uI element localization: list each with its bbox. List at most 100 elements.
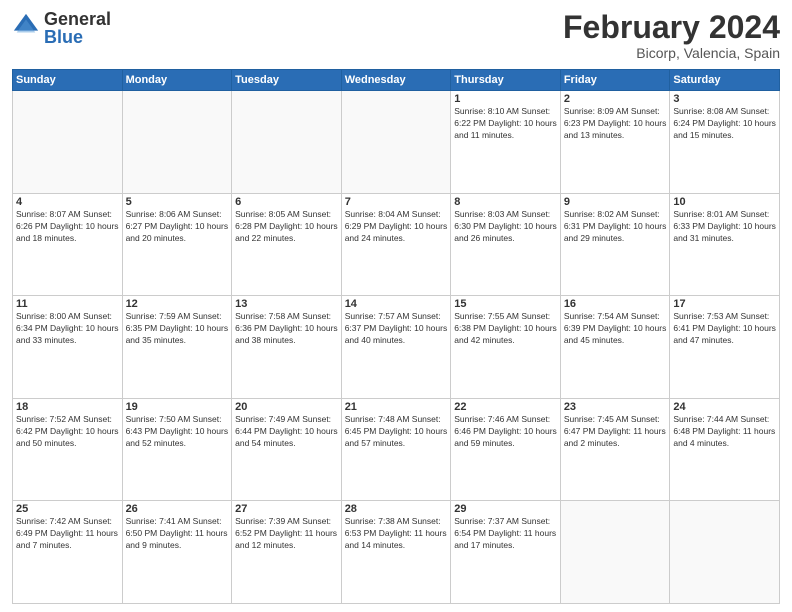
table-row: 21Sunrise: 7:48 AM Sunset: 6:45 PM Dayli… <box>341 398 451 501</box>
day-info: Sunrise: 7:54 AM Sunset: 6:39 PM Dayligh… <box>564 311 667 347</box>
day-number: 13 <box>235 298 338 310</box>
day-number: 29 <box>454 503 557 515</box>
table-row: 17Sunrise: 7:53 AM Sunset: 6:41 PM Dayli… <box>670 296 780 399</box>
day-number: 4 <box>16 196 119 208</box>
logo-general: General <box>44 10 111 28</box>
table-row: 13Sunrise: 7:58 AM Sunset: 6:36 PM Dayli… <box>232 296 342 399</box>
logo-text: General Blue <box>44 10 111 46</box>
header-sunday: Sunday <box>13 70 123 91</box>
day-number: 25 <box>16 503 119 515</box>
table-row: 9Sunrise: 8:02 AM Sunset: 6:31 PM Daylig… <box>560 193 670 296</box>
table-row: 3Sunrise: 8:08 AM Sunset: 6:24 PM Daylig… <box>670 91 780 194</box>
calendar-table: Sunday Monday Tuesday Wednesday Thursday… <box>12 69 780 604</box>
day-info: Sunrise: 7:46 AM Sunset: 6:46 PM Dayligh… <box>454 414 557 450</box>
day-info: Sunrise: 7:55 AM Sunset: 6:38 PM Dayligh… <box>454 311 557 347</box>
day-number: 9 <box>564 196 667 208</box>
day-number: 8 <box>454 196 557 208</box>
day-info: Sunrise: 7:53 AM Sunset: 6:41 PM Dayligh… <box>673 311 776 347</box>
day-number: 17 <box>673 298 776 310</box>
day-info: Sunrise: 8:10 AM Sunset: 6:22 PM Dayligh… <box>454 106 557 142</box>
calendar-header-row: Sunday Monday Tuesday Wednesday Thursday… <box>13 70 780 91</box>
page-container: General Blue February 2024 Bicorp, Valen… <box>0 0 792 612</box>
month-title: February 2024 <box>563 10 780 45</box>
table-row: 2Sunrise: 8:09 AM Sunset: 6:23 PM Daylig… <box>560 91 670 194</box>
logo: General Blue <box>12 10 111 46</box>
day-number: 22 <box>454 401 557 413</box>
day-info: Sunrise: 7:50 AM Sunset: 6:43 PM Dayligh… <box>126 414 229 450</box>
table-row: 24Sunrise: 7:44 AM Sunset: 6:48 PM Dayli… <box>670 398 780 501</box>
day-number: 19 <box>126 401 229 413</box>
location-subtitle: Bicorp, Valencia, Spain <box>563 45 780 61</box>
day-info: Sunrise: 7:48 AM Sunset: 6:45 PM Dayligh… <box>345 414 448 450</box>
day-info: Sunrise: 8:01 AM Sunset: 6:33 PM Dayligh… <box>673 209 776 245</box>
day-info: Sunrise: 7:42 AM Sunset: 6:49 PM Dayligh… <box>16 516 119 552</box>
day-info: Sunrise: 7:58 AM Sunset: 6:36 PM Dayligh… <box>235 311 338 347</box>
table-row: 26Sunrise: 7:41 AM Sunset: 6:50 PM Dayli… <box>122 501 232 604</box>
table-row <box>341 91 451 194</box>
day-number: 6 <box>235 196 338 208</box>
day-info: Sunrise: 8:09 AM Sunset: 6:23 PM Dayligh… <box>564 106 667 142</box>
table-row: 28Sunrise: 7:38 AM Sunset: 6:53 PM Dayli… <box>341 501 451 604</box>
day-number: 11 <box>16 298 119 310</box>
table-row: 19Sunrise: 7:50 AM Sunset: 6:43 PM Dayli… <box>122 398 232 501</box>
day-info: Sunrise: 7:49 AM Sunset: 6:44 PM Dayligh… <box>235 414 338 450</box>
day-number: 24 <box>673 401 776 413</box>
day-number: 3 <box>673 93 776 105</box>
calendar-week-row: 1Sunrise: 8:10 AM Sunset: 6:22 PM Daylig… <box>13 91 780 194</box>
day-info: Sunrise: 8:07 AM Sunset: 6:26 PM Dayligh… <box>16 209 119 245</box>
table-row <box>232 91 342 194</box>
header-saturday: Saturday <box>670 70 780 91</box>
day-info: Sunrise: 7:44 AM Sunset: 6:48 PM Dayligh… <box>673 414 776 450</box>
calendar-week-row: 25Sunrise: 7:42 AM Sunset: 6:49 PM Dayli… <box>13 501 780 604</box>
day-info: Sunrise: 7:37 AM Sunset: 6:54 PM Dayligh… <box>454 516 557 552</box>
table-row: 10Sunrise: 8:01 AM Sunset: 6:33 PM Dayli… <box>670 193 780 296</box>
header-wednesday: Wednesday <box>341 70 451 91</box>
day-number: 12 <box>126 298 229 310</box>
calendar-week-row: 11Sunrise: 8:00 AM Sunset: 6:34 PM Dayli… <box>13 296 780 399</box>
table-row: 12Sunrise: 7:59 AM Sunset: 6:35 PM Dayli… <box>122 296 232 399</box>
day-number: 10 <box>673 196 776 208</box>
title-block: February 2024 Bicorp, Valencia, Spain <box>563 10 780 61</box>
day-info: Sunrise: 8:08 AM Sunset: 6:24 PM Dayligh… <box>673 106 776 142</box>
logo-blue: Blue <box>44 28 111 46</box>
table-row: 1Sunrise: 8:10 AM Sunset: 6:22 PM Daylig… <box>451 91 561 194</box>
day-number: 7 <box>345 196 448 208</box>
calendar-week-row: 18Sunrise: 7:52 AM Sunset: 6:42 PM Dayli… <box>13 398 780 501</box>
header-friday: Friday <box>560 70 670 91</box>
header-tuesday: Tuesday <box>232 70 342 91</box>
day-info: Sunrise: 7:57 AM Sunset: 6:37 PM Dayligh… <box>345 311 448 347</box>
table-row: 8Sunrise: 8:03 AM Sunset: 6:30 PM Daylig… <box>451 193 561 296</box>
table-row: 11Sunrise: 8:00 AM Sunset: 6:34 PM Dayli… <box>13 296 123 399</box>
day-number: 21 <box>345 401 448 413</box>
header-monday: Monday <box>122 70 232 91</box>
table-row <box>560 501 670 604</box>
day-info: Sunrise: 7:52 AM Sunset: 6:42 PM Dayligh… <box>16 414 119 450</box>
day-number: 5 <box>126 196 229 208</box>
table-row: 18Sunrise: 7:52 AM Sunset: 6:42 PM Dayli… <box>13 398 123 501</box>
day-number: 26 <box>126 503 229 515</box>
day-number: 20 <box>235 401 338 413</box>
day-info: Sunrise: 8:06 AM Sunset: 6:27 PM Dayligh… <box>126 209 229 245</box>
day-info: Sunrise: 7:59 AM Sunset: 6:35 PM Dayligh… <box>126 311 229 347</box>
table-row: 6Sunrise: 8:05 AM Sunset: 6:28 PM Daylig… <box>232 193 342 296</box>
table-row: 27Sunrise: 7:39 AM Sunset: 6:52 PM Dayli… <box>232 501 342 604</box>
table-row: 5Sunrise: 8:06 AM Sunset: 6:27 PM Daylig… <box>122 193 232 296</box>
day-number: 2 <box>564 93 667 105</box>
day-number: 16 <box>564 298 667 310</box>
day-info: Sunrise: 7:38 AM Sunset: 6:53 PM Dayligh… <box>345 516 448 552</box>
table-row: 14Sunrise: 7:57 AM Sunset: 6:37 PM Dayli… <box>341 296 451 399</box>
calendar-week-row: 4Sunrise: 8:07 AM Sunset: 6:26 PM Daylig… <box>13 193 780 296</box>
table-row: 29Sunrise: 7:37 AM Sunset: 6:54 PM Dayli… <box>451 501 561 604</box>
day-number: 28 <box>345 503 448 515</box>
header-thursday: Thursday <box>451 70 561 91</box>
table-row: 16Sunrise: 7:54 AM Sunset: 6:39 PM Dayli… <box>560 296 670 399</box>
table-row: 7Sunrise: 8:04 AM Sunset: 6:29 PM Daylig… <box>341 193 451 296</box>
table-row <box>670 501 780 604</box>
table-row: 25Sunrise: 7:42 AM Sunset: 6:49 PM Dayli… <box>13 501 123 604</box>
day-info: Sunrise: 8:02 AM Sunset: 6:31 PM Dayligh… <box>564 209 667 245</box>
day-info: Sunrise: 7:41 AM Sunset: 6:50 PM Dayligh… <box>126 516 229 552</box>
day-number: 18 <box>16 401 119 413</box>
day-info: Sunrise: 7:39 AM Sunset: 6:52 PM Dayligh… <box>235 516 338 552</box>
day-number: 14 <box>345 298 448 310</box>
day-info: Sunrise: 8:05 AM Sunset: 6:28 PM Dayligh… <box>235 209 338 245</box>
